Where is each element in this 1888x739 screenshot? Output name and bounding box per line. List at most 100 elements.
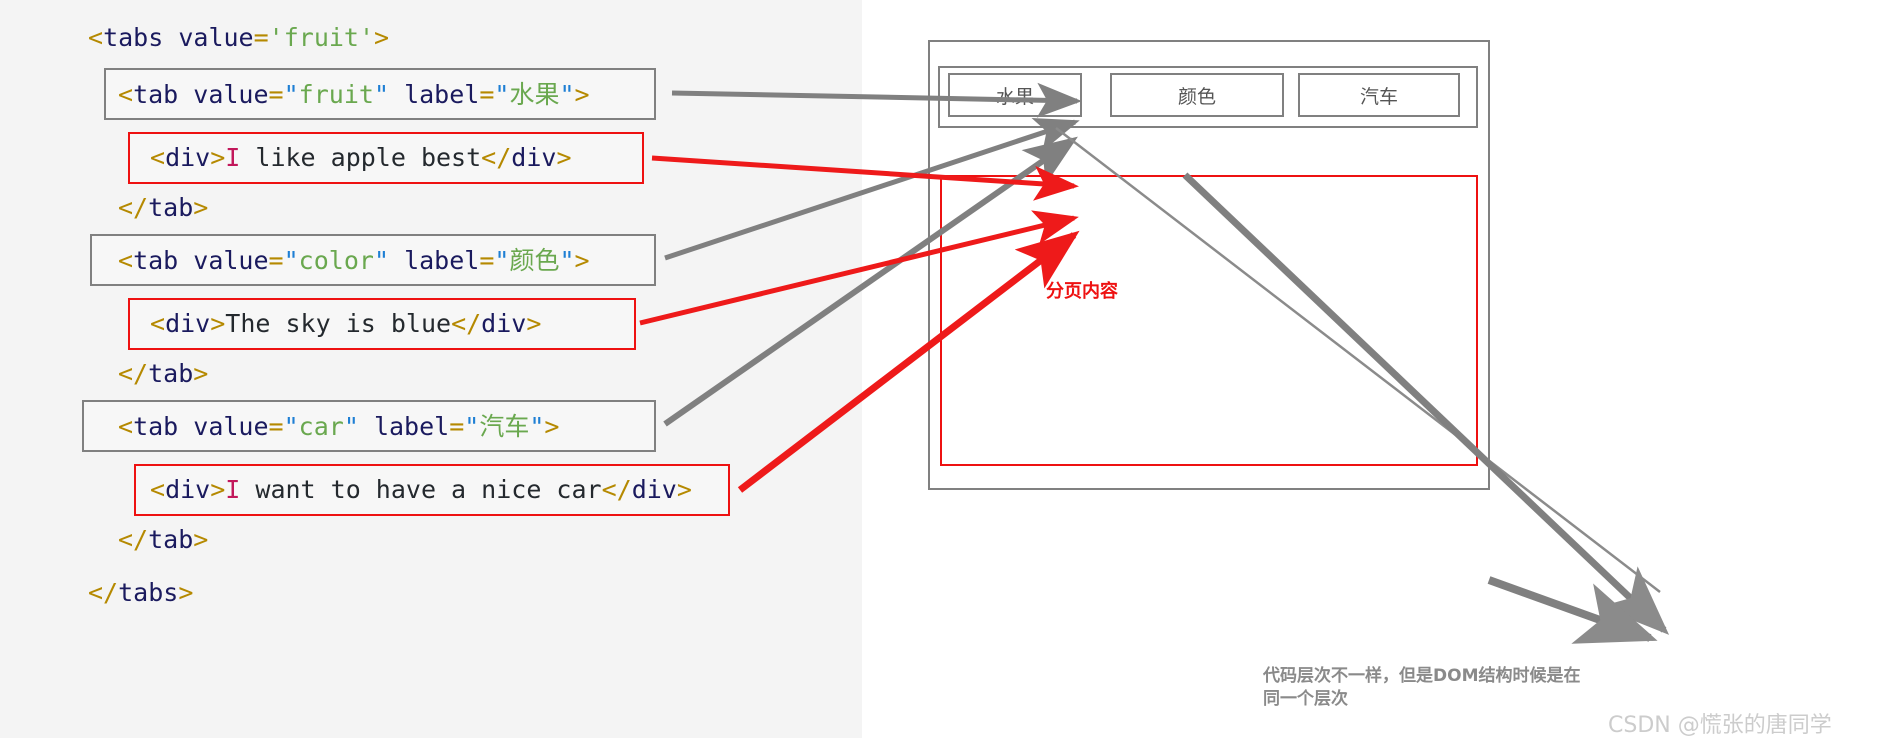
code-token: >	[210, 475, 226, 504]
code-line-8: <div>I want to have a nice car</div>	[150, 477, 692, 502]
code-token: >	[178, 578, 194, 607]
tab-button-fruit[interactable]: 水果	[948, 73, 1082, 117]
code-token: "	[559, 246, 575, 275]
tab-button-color[interactable]: 颜色	[1110, 73, 1284, 117]
code-token: "	[559, 80, 575, 109]
code-line-10: </tabs>	[88, 580, 193, 605]
code-token: </	[118, 359, 149, 388]
code-token: =	[479, 80, 495, 109]
code-token: >	[210, 143, 226, 172]
code-token: div	[165, 143, 211, 172]
code-token: div	[481, 309, 527, 338]
code-token: </	[601, 475, 632, 504]
code-token: 'fruit'	[268, 23, 375, 52]
annotation-note-line2: 同一个层次	[1263, 688, 1348, 709]
code-token: <	[118, 80, 134, 109]
tab-button-car[interactable]: 汽车	[1298, 73, 1460, 117]
code-token: >	[574, 246, 590, 275]
code-line-7: <tab value="car" label="汽车">	[118, 414, 559, 439]
code-token: </	[451, 309, 482, 338]
code-token: >	[526, 309, 542, 338]
code-token: like apple best	[240, 143, 482, 172]
code-token: tab	[133, 246, 179, 275]
code-token: value	[193, 412, 269, 441]
code-token: <	[150, 475, 166, 504]
code-token: =	[268, 246, 284, 275]
code-line-1: <tab value="fruit" label="水果">	[118, 82, 590, 107]
code-token: label	[404, 80, 480, 109]
code-line-5: <div>The sky is blue</div>	[150, 311, 541, 336]
tab-content-panel	[940, 175, 1478, 466]
code-token: "	[283, 412, 299, 441]
code-token: "	[343, 412, 359, 441]
code-token: tab	[148, 525, 194, 554]
code-token: tab	[133, 412, 179, 441]
code-line-9: </tab>	[118, 527, 208, 552]
code-token: =	[268, 412, 284, 441]
code-token: car	[298, 412, 344, 441]
code-token: 水果	[509, 80, 560, 109]
code-token: "	[464, 412, 480, 441]
code-token: "	[283, 246, 299, 275]
code-token: >	[193, 359, 209, 388]
tab-button-fruit-label: 水果	[995, 85, 1034, 108]
code-token: =	[268, 80, 284, 109]
tab-content-label: 分页内容	[1046, 281, 1118, 302]
code-panel: <tabs value='fruit'> <tab value="fruit" …	[0, 0, 862, 738]
code-token: value	[193, 80, 269, 109]
code-token: </	[88, 578, 119, 607]
code-token: div	[631, 475, 677, 504]
code-token: "	[529, 412, 545, 441]
code-token: <	[118, 246, 134, 275]
code-line-4: <tab value="color" label="颜色">	[118, 248, 590, 273]
code-token: "	[373, 80, 389, 109]
code-token: </	[118, 193, 149, 222]
code-token: >	[210, 309, 226, 338]
code-block: <tabs value='fruit'> <tab value="fruit" …	[0, 0, 862, 738]
code-token: I	[225, 475, 241, 504]
arrow-panel-to-note	[1487, 576, 1658, 644]
code-line-3: </tab>	[118, 195, 208, 220]
code-token: >	[544, 412, 560, 441]
code-token: "	[283, 80, 299, 109]
code-token: =	[253, 23, 269, 52]
code-line-6: </tab>	[118, 361, 208, 386]
code-token: tab	[148, 193, 194, 222]
code-token: "	[373, 246, 389, 275]
code-token: label	[373, 412, 450, 441]
code-line-2: <div>I like apple best</div>	[150, 145, 572, 170]
code-token: tabs	[118, 578, 179, 607]
watermark: CSDN @慌张的唐同学	[1608, 713, 1832, 738]
code-token: div	[165, 475, 211, 504]
code-token: value	[193, 246, 269, 275]
annotation-note: 代码层次不一样，但是DOM结构时候是在 同一个层次	[1263, 665, 1583, 711]
code-token: =	[449, 412, 465, 441]
code-token: <	[88, 23, 104, 52]
code-token: </	[481, 143, 512, 172]
code-token: >	[374, 23, 390, 52]
code-token: tab	[133, 80, 179, 109]
code-token: =	[479, 246, 495, 275]
annotation-note-line1: 代码层次不一样，但是DOM结构时候是在	[1263, 666, 1581, 686]
code-token: The sky is blue	[225, 309, 452, 338]
code-token: <	[118, 412, 134, 441]
code-token: >	[676, 475, 692, 504]
code-token: >	[574, 80, 590, 109]
code-line-0: <tabs value='fruit'>	[88, 25, 389, 50]
code-token: want to have a nice car	[240, 475, 602, 504]
code-token: div	[165, 309, 211, 338]
code-token: >	[193, 525, 209, 554]
code-token: value	[178, 23, 254, 52]
code-token: 汽车	[479, 412, 530, 441]
diagram-root: <tabs value='fruit'> <tab value="fruit" …	[0, 0, 1888, 738]
code-token: color	[298, 246, 374, 275]
code-token: div	[511, 143, 557, 172]
code-token: <	[150, 143, 166, 172]
